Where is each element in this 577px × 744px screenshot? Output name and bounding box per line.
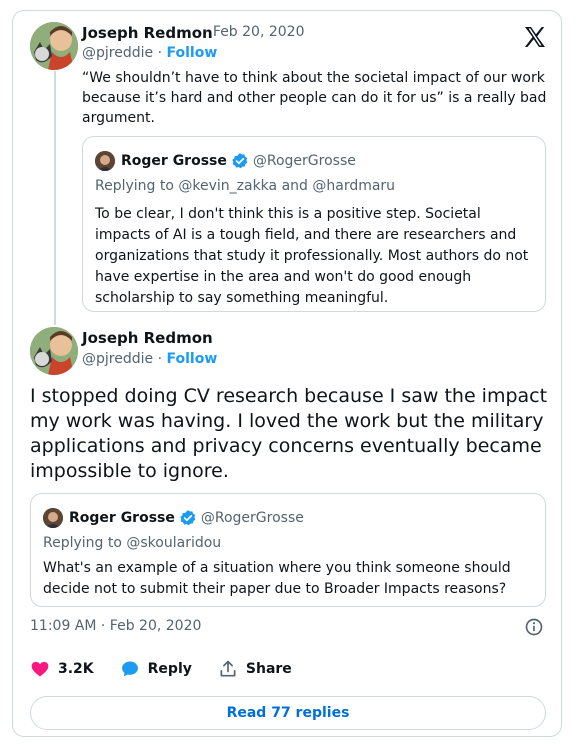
follow-button[interactable]: Follow bbox=[166, 45, 217, 61]
reply-button[interactable]: Reply bbox=[120, 659, 192, 679]
action-bar: 3.2K Reply Share bbox=[30, 657, 318, 681]
reply-quoted-tweet[interactable]: Roger Grosse @RogerGrosse Replying to @s… bbox=[30, 493, 546, 607]
quoted-tweet-text: To be clear, I don't think this is a pos… bbox=[95, 206, 529, 306]
timestamp[interactable]: 11:09 AM · Feb 20, 2020 bbox=[30, 618, 201, 634]
quoted-tweet[interactable]: Roger Grosse @RogerGrosse Replying to @k… bbox=[82, 136, 546, 312]
like-count: 3.2K bbox=[58, 661, 94, 677]
reply-author-handle-row: @pjreddie · Follow bbox=[82, 351, 217, 367]
reply-quoted-header: Roger Grosse @RogerGrosse bbox=[43, 506, 304, 530]
separator-dot: · bbox=[157, 351, 163, 367]
info-icon[interactable] bbox=[524, 617, 544, 637]
reply-author-handle[interactable]: @pjreddie bbox=[82, 351, 153, 367]
reply-follow-button[interactable]: Follow bbox=[166, 351, 217, 367]
quoted-tweet-header: Roger Grosse @RogerGrosse bbox=[95, 149, 356, 173]
like-button[interactable]: 3.2K bbox=[30, 659, 94, 679]
verified-badge-icon bbox=[180, 510, 196, 526]
reply-replying-to: Replying to @skoularidou bbox=[43, 535, 222, 551]
quoted-author-handle: @RogerGrosse bbox=[252, 153, 356, 169]
x-logo-icon[interactable] bbox=[523, 25, 547, 49]
tweet-card: Joseph Redmon · Feb 20, 2020 @pjreddie ·… bbox=[12, 10, 562, 737]
reply-label: Reply bbox=[147, 661, 192, 677]
read-replies-button[interactable]: Read 77 replies bbox=[30, 696, 546, 730]
author-handle[interactable]: @pjreddie bbox=[82, 45, 153, 61]
reply-author-avatar[interactable] bbox=[30, 327, 78, 375]
reply-text: I stopped doing CV research because I sa… bbox=[30, 385, 548, 482]
reply-quoted-text: What's an example of a situation where y… bbox=[43, 560, 511, 597]
tweet-date[interactable]: · Feb 20, 2020 bbox=[204, 24, 304, 40]
replying-to: Replying to @kevin_zakka and @hardmaru bbox=[95, 178, 396, 194]
heart-icon bbox=[31, 661, 49, 677]
thread-line bbox=[54, 71, 56, 325]
reply-quoted-handle: @RogerGrosse bbox=[200, 510, 304, 526]
share-icon bbox=[220, 660, 236, 677]
author-avatar[interactable] bbox=[30, 22, 78, 70]
reply-quoted-name: Roger Grosse bbox=[69, 510, 175, 526]
share-label: Share bbox=[245, 661, 292, 677]
reply-author-name[interactable]: Joseph Redmon bbox=[82, 329, 213, 347]
tweet-text: “We shouldn’t have to think about the so… bbox=[82, 70, 547, 126]
separator-dot: · bbox=[157, 45, 163, 61]
share-button[interactable]: Share bbox=[218, 659, 292, 679]
reply-quoted-avatar bbox=[43, 508, 63, 528]
quoted-author-avatar bbox=[95, 151, 115, 171]
speech-bubble-icon bbox=[121, 661, 138, 677]
author-handle-row: @pjreddie · Follow bbox=[82, 45, 217, 61]
quoted-author-name: Roger Grosse bbox=[121, 153, 227, 169]
author-name[interactable]: Joseph Redmon bbox=[82, 24, 213, 42]
verified-badge-icon bbox=[232, 153, 248, 169]
